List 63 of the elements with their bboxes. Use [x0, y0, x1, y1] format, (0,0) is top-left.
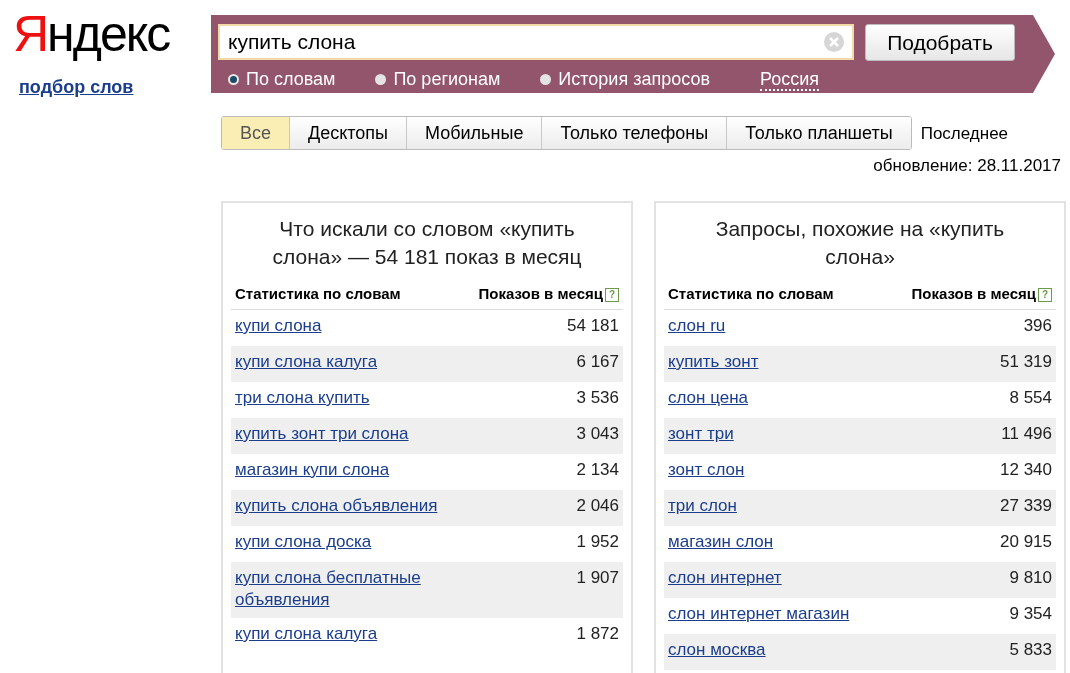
column-header: Показов в месяц	[911, 283, 1036, 304]
radio-button[interactable]	[228, 74, 239, 85]
panel-title: Запросы, похожие на «купить слона»	[714, 215, 1006, 270]
count-cell-text: 2 134	[576, 459, 619, 481]
query-link[interactable]: магазин слон	[668, 531, 774, 555]
count-cell-text: 8 554	[1009, 387, 1052, 409]
update-label: Последнее	[920, 123, 1009, 145]
query-link[interactable]: слон интернет	[668, 567, 782, 591]
submit-button[interactable]: Подобрать	[865, 24, 1015, 61]
radio-label[interactable]: История запросов	[558, 66, 710, 93]
search-input[interactable]: купить слона	[228, 26, 824, 58]
count-cell-text: 27 339	[1000, 495, 1052, 517]
filter-tab[interactable]: Мобильные	[407, 117, 543, 149]
filter-tab[interactable]: Только телефоны	[542, 117, 728, 149]
count-cell-text: 396	[1023, 315, 1052, 337]
radio-button[interactable]	[540, 74, 552, 85]
count-cell-text: 6 167	[576, 351, 619, 373]
count-cell-text: 1 872	[576, 623, 619, 645]
filter-tab[interactable]: Все	[222, 117, 291, 149]
count-cell-text: 20 915	[1000, 531, 1052, 553]
query-link[interactable]: купи слона	[235, 315, 322, 339]
filter-tab[interactable]: Десктопы	[290, 117, 408, 149]
query-link[interactable]: слон ru	[668, 315, 726, 339]
query-link[interactable]: купить зонт три слона	[235, 423, 409, 447]
query-link[interactable]: зонт слон	[668, 459, 745, 483]
logo[interactable]: Яндекс	[13, 2, 211, 66]
column-header: Показов в месяц	[478, 283, 603, 304]
column-header: Статистика по словам	[235, 283, 401, 304]
count-cell-text: 5 833	[1009, 639, 1052, 661]
query-link[interactable]: магазин купи слона	[235, 459, 390, 483]
count-cell-text: 9 810	[1009, 567, 1052, 589]
search-field[interactable]: купить слона	[218, 24, 854, 60]
query-link[interactable]: купить зонт	[668, 351, 759, 375]
column-header: Статистика по словам	[668, 283, 834, 304]
count-cell-text: 54 181	[567, 315, 619, 337]
query-link[interactable]: три слона купить	[235, 387, 370, 411]
radio-label[interactable]: По словам	[246, 66, 336, 93]
query-link[interactable]: зонт три	[668, 423, 734, 447]
radio-label[interactable]: По регионам	[393, 66, 501, 93]
count-cell-text: 51 319	[1000, 351, 1052, 373]
panel-title: Что искали со словом «купить слона» — 54 181 показ в месяц	[271, 215, 583, 270]
count-cell-text: 3 536	[576, 387, 619, 409]
count-cell-text: 12 340	[1000, 459, 1052, 481]
query-link[interactable]: купи слона доска	[235, 531, 372, 555]
region-link[interactable]: Россия	[760, 68, 819, 91]
count-cell-text: 11 496	[1001, 423, 1052, 445]
count-cell-text: 2 046	[576, 495, 619, 517]
filter-tab[interactable]: Только планшеты	[727, 117, 911, 149]
query-link[interactable]: слон москва	[668, 639, 766, 663]
query-link[interactable]: купи слона бесплатные объявления	[235, 567, 465, 611]
query-link[interactable]: купи слона калуга	[235, 351, 378, 375]
query-link[interactable]: три слон	[668, 495, 737, 519]
count-cell-text: 3 043	[576, 423, 619, 445]
query-link[interactable]: слон интернет магазин	[668, 603, 850, 627]
count-cell-text: 1 907	[576, 567, 619, 589]
radio-button[interactable]	[375, 74, 387, 85]
query-link[interactable]: купи слона калуга	[235, 623, 378, 647]
count-cell-text: 1 952	[576, 531, 619, 553]
query-link[interactable]: слон цена	[668, 387, 749, 411]
update-date: обновление: 28.11.2017	[873, 155, 1061, 177]
service-link[interactable]: подбор слов	[19, 74, 211, 101]
query-link[interactable]: купить слона объявления	[235, 495, 438, 519]
count-cell-text: 9 354	[1009, 603, 1052, 625]
